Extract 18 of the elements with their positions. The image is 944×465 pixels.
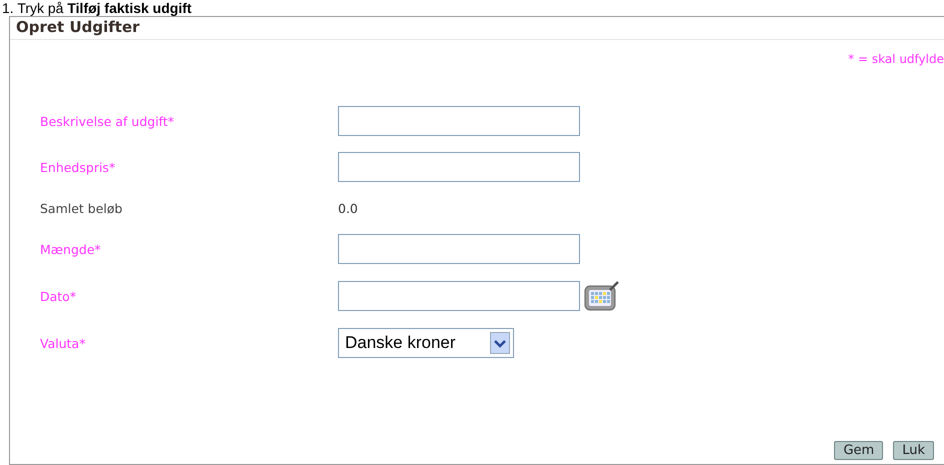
panel-title: Opret Udgifter — [10, 17, 944, 40]
field-label: Samlet beløb — [40, 200, 124, 216]
action-button[interactable]: Luk — [893, 441, 934, 460]
instruction-text: 1. Tryk på Tilføj faktisk udgift — [1, 0, 193, 16]
input-field[interactable] — [338, 106, 580, 136]
field-label: Dato* — [40, 288, 78, 304]
field-label: Mængde* — [40, 242, 102, 256]
field-label: Valuta* — [40, 336, 86, 350]
field-label: Beskrivelse af udgift* — [40, 114, 175, 128]
calendar-icon[interactable] — [584, 280, 620, 312]
action-button[interactable]: Gem — [834, 441, 884, 460]
field-label: Enhedspris* — [40, 160, 116, 174]
date-field[interactable] — [338, 281, 580, 311]
total-value: 0.0 — [338, 200, 358, 216]
currency-select[interactable]: Danske kroner — [338, 328, 514, 358]
input-field[interactable] — [338, 152, 580, 182]
required-note: * = skal udfylde — [848, 52, 944, 66]
input-field[interactable] — [338, 234, 580, 264]
